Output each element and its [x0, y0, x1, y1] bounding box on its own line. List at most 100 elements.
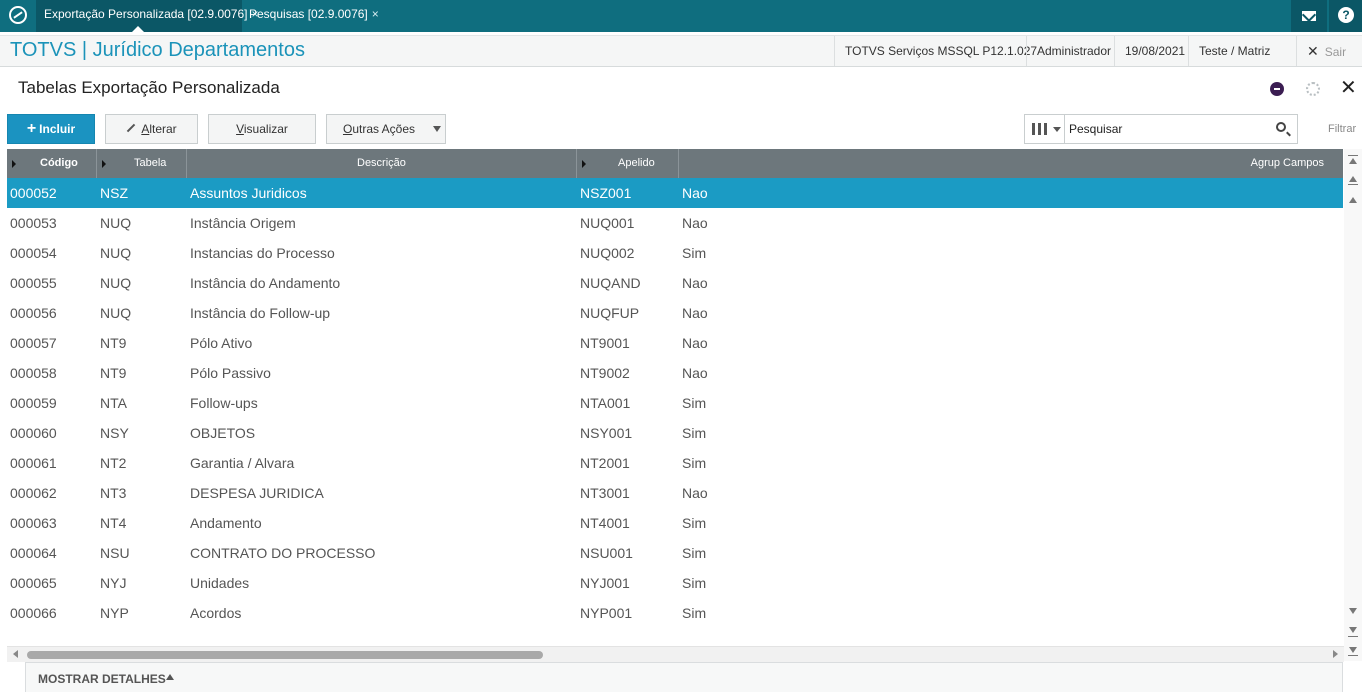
cell-agrup-campos: Nao — [682, 365, 708, 381]
grid-header: Código Tabela Descrição Apelido Agrup Ca… — [7, 149, 1343, 178]
cell-descricao: Acordos — [190, 605, 242, 621]
gear-icon[interactable] — [1306, 82, 1320, 96]
help-icon[interactable]: ? — [1329, 0, 1362, 32]
view-label: isualizar — [243, 122, 288, 136]
cell-tabela: NSU — [100, 545, 130, 561]
horizontal-scroll-thumb[interactable] — [27, 651, 543, 659]
table-row[interactable]: 000059 NTA Follow-ups NTA001 Sim — [7, 388, 1343, 418]
scroll-right-icon[interactable] — [1333, 650, 1338, 658]
chevron-down-icon — [1053, 127, 1061, 132]
cell-apelido: NUQ001 — [580, 215, 635, 231]
cell-descricao: Unidades — [190, 575, 250, 591]
mail-icon[interactable] — [1291, 0, 1327, 32]
scroll-bottom-icon[interactable] — [1349, 647, 1357, 653]
cell-descricao: Pólo Ativo — [190, 335, 253, 351]
cell-descricao: Instancias do Processo — [190, 245, 335, 261]
cell-tabela: NT9 — [100, 335, 127, 351]
cell-apelido: NUQ002 — [580, 245, 635, 261]
cell-apelido: NT9001 — [580, 335, 630, 351]
totvs-logo-icon[interactable] — [9, 6, 27, 24]
cell-agrup-campos: Sim — [682, 515, 707, 531]
tab-pesquisas[interactable]: Pesquisas [02.9.0076] × — [244, 0, 379, 32]
close-page-icon[interactable]: ✕ — [1340, 78, 1357, 98]
table-row[interactable]: 000057 NT9 Pólo Ativo NT9001 Nao — [7, 328, 1343, 358]
cell-tabela: NT9 — [100, 365, 127, 381]
scroll-page-down-icon[interactable] — [1349, 627, 1357, 633]
cell-codigo: 000064 — [10, 545, 57, 561]
cell-descricao: DESPESA JURIDICA — [190, 485, 324, 501]
tab-exportacao-personalizada[interactable]: Exportação Personalizada [02.9.0076] × — [36, 0, 259, 32]
exit-button[interactable]: ✕ Sair — [1296, 36, 1362, 66]
table-row[interactable]: 000053 NUQ Instância Origem NUQ001 Nao — [7, 208, 1343, 238]
cell-agrup-campos: Sim — [682, 245, 707, 261]
cell-descricao: Instância do Follow-up — [190, 305, 331, 321]
cell-descricao: Instância Origem — [190, 215, 296, 231]
cell-codigo: 000056 — [10, 305, 57, 321]
cell-apelido: NT3001 — [580, 485, 630, 501]
filter-link[interactable]: Filtrar — [1328, 123, 1356, 135]
cell-tabela: NT3 — [100, 485, 127, 501]
header-bar: TOTVS | Jurídico Departamentos TOTVS Ser… — [0, 35, 1362, 67]
table-row[interactable]: 000065 NYJ Unidades NYJ001 Sim — [7, 568, 1343, 598]
table-row[interactable]: 000060 NSY OBJETOS NSY001 Sim — [7, 418, 1343, 448]
cell-apelido: NYP001 — [580, 605, 633, 621]
table-row[interactable]: 000063 NT4 Andamento NT4001 Sim — [7, 508, 1343, 538]
column-header-apelido[interactable]: Apelido — [577, 149, 679, 178]
cell-descricao: OBJETOS — [190, 425, 256, 441]
scroll-left-icon[interactable] — [13, 650, 18, 658]
table-row[interactable]: 000064 NSU CONTRATO DO PROCESSO NSU001 Sim — [7, 538, 1343, 568]
table-row[interactable]: 000066 NYP Acordos NYP001 Sim — [7, 598, 1343, 628]
table-row[interactable]: 000062 NT3 DESPESA JURIDICA NT3001 Nao — [7, 478, 1343, 508]
horizontal-scrollbar[interactable] — [7, 646, 1344, 662]
plus-icon: + — [26, 120, 37, 137]
table-row[interactable]: 000056 NUQ Instância do Follow-up NUQFUP Nao — [7, 298, 1343, 328]
table-row[interactable]: 000061 NT2 Garantia / Alvara NT2001 Sim — [7, 448, 1343, 478]
include-label: Incluir — [39, 122, 76, 136]
cell-apelido: NT2001 — [580, 455, 630, 471]
scroll-down-icon[interactable] — [1349, 608, 1357, 614]
cell-codigo: 000053 — [10, 215, 57, 231]
app-window: Exportação Personalizada [02.9.0076] × Pe… — [0, 0, 1362, 699]
show-details-toggle[interactable]: MOSTRAR DETALHES — [25, 662, 1343, 692]
edit-button[interactable]: Alterar — [105, 114, 198, 144]
scroll-page-up-icon[interactable] — [1349, 176, 1357, 182]
search-icon[interactable] — [1276, 122, 1286, 132]
cell-tabela: NUQ — [100, 275, 132, 291]
table-row[interactable]: 000054 NUQ Instancias do Processo NUQ002 Sim — [7, 238, 1343, 268]
minus-badge-icon[interactable] — [1270, 82, 1284, 96]
column-header-codigo[interactable]: Código — [7, 149, 97, 178]
app-title: TOTVS | Jurídico Departamentos — [10, 39, 305, 61]
cell-apelido: NSU001 — [580, 545, 633, 561]
cell-descricao: CONTRATO DO PROCESSO — [190, 545, 376, 561]
include-button[interactable]: + Incluir — [7, 114, 95, 144]
sort-icon — [102, 160, 106, 168]
table-row[interactable]: 000058 NT9 Pólo Passivo NT9002 Nao — [7, 358, 1343, 388]
scroll-up-icon[interactable] — [1349, 197, 1357, 203]
view-button[interactable]: Visualizar — [208, 114, 316, 144]
columns-selector[interactable] — [1025, 115, 1065, 143]
cell-agrup-campos: Sim — [682, 605, 707, 621]
table-row[interactable]: 000052 NSZ Assuntos Juridicos NSZ001 Nao — [7, 178, 1343, 208]
cell-agrup-campos: Sim — [682, 455, 707, 471]
cell-descricao: Garantia / Alvara — [190, 455, 295, 471]
cell-codigo: 000062 — [10, 485, 57, 501]
branch-info[interactable]: Teste / Matriz — [1188, 36, 1280, 66]
search-input[interactable] — [1069, 119, 1269, 139]
column-header-agrup-campos[interactable]: Agrup Campos — [679, 149, 1343, 178]
tab-close-icon[interactable]: × — [372, 7, 379, 21]
cell-agrup-campos: Nao — [682, 275, 708, 291]
vertical-scrollbar[interactable] — [1344, 149, 1362, 661]
cell-tabela: NYP — [100, 605, 129, 621]
cell-apelido: NSZ001 — [580, 185, 632, 201]
close-icon: ✕ — [1307, 43, 1319, 59]
table-row[interactable]: 000055 NUQ Instância do Andamento NUQAND Nao — [7, 268, 1343, 298]
cell-codigo: 000061 — [10, 455, 57, 471]
cell-descricao: Follow-ups — [190, 395, 258, 411]
column-header-descricao[interactable]: Descrição — [187, 149, 577, 178]
scroll-top-icon[interactable] — [1349, 158, 1357, 164]
column-header-tabela[interactable]: Tabela — [97, 149, 187, 178]
cell-agrup-campos: Sim — [682, 545, 707, 561]
cell-apelido: NYJ001 — [580, 575, 630, 591]
cell-apelido: NTA001 — [580, 395, 631, 411]
other-actions-button[interactable]: Outras Ações — [326, 114, 446, 144]
